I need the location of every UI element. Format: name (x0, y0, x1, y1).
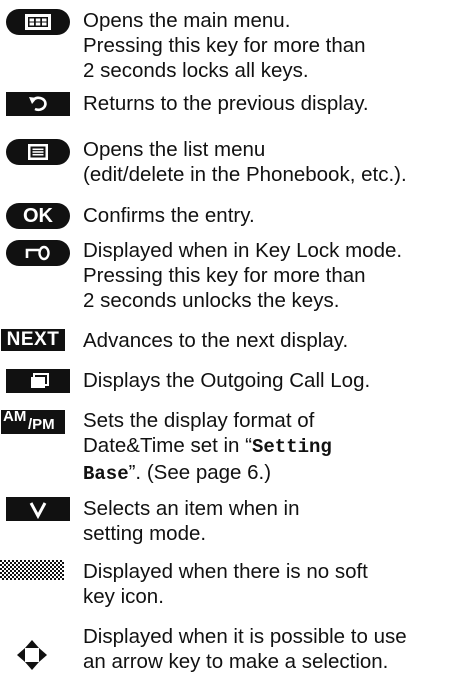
entry-text: Sets the display format of Date&Time set… (83, 408, 451, 487)
key-lock-icon (6, 240, 70, 266)
entry-text: Opens the main menu. Pressing this key f… (83, 9, 366, 82)
entry-text: Confirms the entry. (83, 204, 255, 227)
entry-text: Displayed when there is no soft key icon… (83, 560, 368, 608)
setting-label: Setting (252, 436, 332, 458)
pm-label: /PM (28, 416, 55, 433)
entry-text: Advances to the next display. (83, 329, 349, 352)
entry-text: Displayed when it is possible to use an … (83, 625, 407, 673)
select-check-icon (6, 497, 70, 521)
back-key-icon (6, 92, 70, 116)
menu-key-icon (6, 9, 70, 35)
base-label: Base (83, 463, 129, 485)
next-key-icon: NEXT (1, 329, 65, 351)
entry-text: Displayed when in Key Lock mode. Pressin… (83, 239, 403, 312)
list-menu-key-icon (6, 139, 70, 165)
entry-text: Displays the Outgoing Call Log. (83, 369, 371, 392)
entry-text: Returns to the previous display. (83, 92, 369, 115)
arrow-key-icon (17, 640, 47, 670)
am-label: AM (3, 408, 27, 425)
entry-text: Selects an item when in setting mode. (83, 497, 300, 545)
entry-text: Opens the list menu (edit/delete in the … (83, 138, 407, 186)
ok-key-icon: OK (6, 203, 70, 229)
no-soft-key-icon (0, 560, 64, 580)
entry-text-b: ”. (See page 6.) (128, 461, 272, 484)
am-pm-key-icon: AM /PM (1, 408, 65, 434)
outgoing-call-log-icon (6, 369, 70, 393)
